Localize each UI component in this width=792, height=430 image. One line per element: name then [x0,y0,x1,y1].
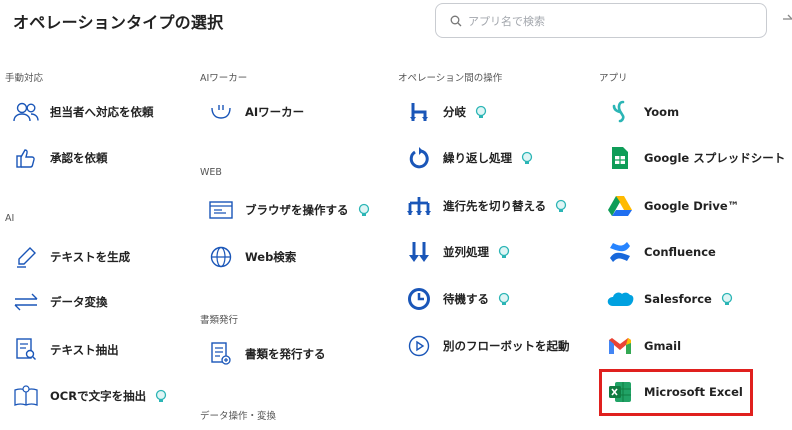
op-ocr[interactable]: OCRで文字を抽出 [12,381,168,411]
app-label: Gmail [644,339,682,353]
premium-badge-icon [497,245,511,259]
op-ai-worker[interactable]: AIワーカー [207,97,304,127]
confluence-icon [606,238,634,266]
premium-badge-icon [520,151,534,165]
app-label: Google Drive™ [644,199,740,213]
op-web-search[interactable]: Web検索 [207,242,296,272]
loop-icon [405,144,433,172]
op-parallel[interactable]: 並列処理 [405,237,511,267]
people-icon [12,98,40,126]
browser-icon [207,196,235,224]
op-label: AIワーカー [245,105,305,119]
op-switch-path[interactable]: 進行先を切り替える [405,191,568,221]
app-google-sheets[interactable]: Google スプレッドシート [606,143,785,173]
op-request-assignee[interactable]: 担当者へ対応を依頼 [12,97,154,127]
op-extract-text[interactable]: テキスト抽出 [12,335,119,365]
premium-badge-icon [474,105,488,119]
op-label: テキストを生成 [50,250,131,264]
ocr-book-icon [12,382,40,410]
convert-arrows-icon [12,288,40,316]
op-browser[interactable]: ブラウザを操作する [207,195,371,225]
op-branch[interactable]: 分岐 [405,97,488,127]
op-label: 分岐 [443,105,466,119]
op-issue-document[interactable]: 書類を発行する [207,339,326,369]
clock-icon [405,285,433,313]
op-label: テキスト抽出 [50,343,119,357]
section-web: WEB [200,167,222,178]
premium-badge-icon [154,389,168,403]
salesforce-icon [606,285,634,313]
app-salesforce[interactable]: Salesforce [606,284,734,314]
app-label: Yoom [644,105,680,119]
op-loop[interactable]: 繰り返し処理 [405,143,534,173]
app-label: Google スプレッドシート [644,151,786,165]
premium-badge-icon [497,292,511,306]
op-label: 進行先を切り替える [443,199,547,213]
section-apps: アプリ [599,73,628,84]
google-sheets-icon [606,144,634,172]
op-generate-text[interactable]: テキストを生成 [12,242,130,272]
op-request-approval[interactable]: 承認を依頼 [12,143,108,173]
op-label: 待機する [443,292,489,306]
google-drive-icon [606,192,634,220]
search-input[interactable]: アプリ名で検索 [435,3,767,38]
op-label: 繰り返し処理 [443,151,512,165]
app-confluence[interactable]: Confluence [606,237,716,267]
page-title: オペレーションタイプの選択 [13,13,224,32]
premium-badge-icon [720,292,734,306]
close-icon[interactable] [781,10,792,28]
globe-icon [207,243,235,271]
op-label: Web検索 [245,250,297,264]
op-label: データ変換 [50,295,108,309]
op-convert-data[interactable]: データ変換 [12,287,108,317]
section-ai: AI [5,213,15,224]
section-data-ops: データ操作・変換 [200,411,277,422]
switch-icon [405,192,433,220]
document-add-icon [207,340,235,368]
op-label: 書類を発行する [245,347,326,361]
op-wait[interactable]: 待機する [405,284,511,314]
op-label: 並列処理 [443,245,489,259]
op-label: 別のフローボットを起動 [443,339,570,353]
op-label: 承認を依頼 [50,151,108,165]
gmail-icon [606,332,634,360]
app-label: Salesforce [644,292,712,306]
op-label: 担当者へ対応を依頼 [50,105,154,119]
document-search-icon [12,336,40,364]
pen-icon [12,243,40,271]
search-placeholder: アプリ名で検索 [468,14,545,28]
yoom-logo-icon [606,98,634,126]
premium-badge-icon [357,203,371,217]
section-operations: オペレーション間の操作 [398,73,503,84]
section-manual: 手動対応 [5,73,44,84]
parallel-icon [405,238,433,266]
play-circle-icon [405,332,433,360]
op-label: OCRで文字を抽出 [50,389,147,403]
premium-badge-icon [554,199,568,213]
op-label: ブラウザを操作する [245,203,349,217]
ai-smile-icon [207,98,235,126]
app-yoom[interactable]: Yoom [606,97,679,127]
section-docs: 書類発行 [200,315,239,326]
app-gmail[interactable]: Gmail [606,331,681,361]
app-label: Confluence [644,245,716,259]
thumbs-up-icon [12,144,40,172]
section-aiworker: AIワーカー [200,73,248,84]
selection-highlight [599,369,753,416]
app-google-drive[interactable]: Google Drive™ [606,191,739,221]
branch-icon [405,98,433,126]
search-icon [450,15,462,26]
op-launch-flowbot[interactable]: 別のフローボットを起動 [405,331,570,361]
